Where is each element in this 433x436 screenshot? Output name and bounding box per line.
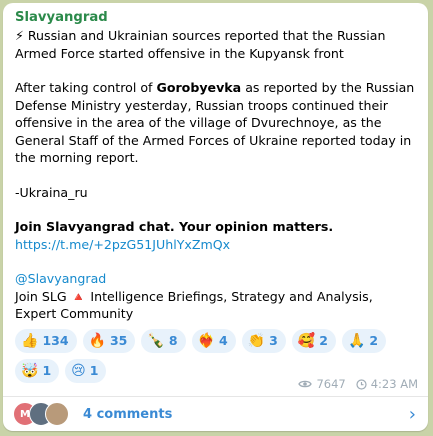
reaction-count: 1 bbox=[89, 363, 99, 378]
reaction-fire[interactable]: 🔥 35 bbox=[82, 328, 136, 353]
clock-icon bbox=[356, 378, 367, 390]
reaction-count: 2 bbox=[319, 333, 328, 348]
fire-icon: 🔥 bbox=[88, 332, 106, 349]
thumbs-up-icon: 👍 bbox=[21, 332, 39, 349]
reaction-clap[interactable]: 👏 3 bbox=[241, 328, 286, 353]
view-count: 7647 bbox=[316, 377, 346, 391]
reactions-bar: 👍 134 🔥 35 🍾 8 ❤️‍🔥 4 👏 3 🥰 2 🙏 2 🤯 1 😢 1 bbox=[15, 328, 418, 383]
reaction-mind-blown[interactable]: 🤯 1 bbox=[15, 358, 60, 383]
para-prefix: After taking control of bbox=[15, 80, 157, 95]
join-chat-text: Join Slavyangrad chat. Your opinion matt… bbox=[15, 219, 334, 234]
source-line: -Ukraina_ru bbox=[15, 184, 88, 200]
reaction-count: 3 bbox=[269, 333, 278, 348]
message-meta: 7647 4:23 AM bbox=[298, 377, 418, 391]
reaction-count: 4 bbox=[218, 333, 228, 348]
handle-link[interactable]: @Slavyangrad bbox=[15, 270, 418, 288]
reaction-count: 134 bbox=[42, 333, 69, 348]
reaction-count: 8 bbox=[168, 333, 178, 348]
red-triangle-icon: 🔺 bbox=[70, 288, 87, 304]
avatar bbox=[45, 402, 69, 426]
reaction-count: 2 bbox=[369, 333, 379, 348]
slg-prefix: Join SLG bbox=[15, 288, 71, 304]
crying-icon: 😢 bbox=[71, 362, 86, 379]
mind-blown-icon: 🤯 bbox=[21, 362, 39, 379]
para-bold: Gorobyevka bbox=[156, 80, 242, 95]
heart-fire-icon: ❤️‍🔥 bbox=[197, 332, 215, 349]
headline: ⚡ Russian and Ukrainian sources reported… bbox=[15, 27, 418, 62]
lightning-icon: ⚡ bbox=[15, 28, 24, 43]
body-paragraph: After taking control of Gorobyevka as re… bbox=[15, 79, 418, 167]
reaction-count: 35 bbox=[109, 333, 128, 348]
chevron-right-icon: › bbox=[408, 403, 416, 425]
reaction-crying[interactable]: 😢 1 bbox=[65, 358, 107, 383]
commenter-avatars: M bbox=[13, 402, 73, 426]
chat-link[interactable]: https://t.me/+2pzG51JUhlYxZmQx bbox=[15, 236, 418, 254]
champagne-icon: 🍾 bbox=[147, 332, 165, 349]
message-text: ⚡ Russian and Ukrainian sources reported… bbox=[15, 27, 418, 323]
reaction-heart-fire[interactable]: ❤️‍🔥 4 bbox=[191, 328, 236, 353]
comments-bar[interactable]: M 4 comments › bbox=[3, 396, 428, 431]
slg-line: Join SLG 🔺 Intelligence Briefings, Strat… bbox=[15, 288, 418, 323]
clap-icon: 👏 bbox=[247, 332, 266, 349]
reaction-pray[interactable]: 🙏 2 bbox=[341, 328, 387, 353]
message-bubble: Slavyangrad ⚡ Russian and Ukrainian sour… bbox=[3, 3, 428, 431]
eye-icon bbox=[298, 380, 313, 388]
reaction-smiling-hearts[interactable]: 🥰 2 bbox=[291, 328, 336, 353]
pray-icon: 🙏 bbox=[347, 332, 366, 349]
reaction-thumbs-up[interactable]: 👍 134 bbox=[15, 328, 77, 353]
smiling-hearts-icon: 🥰 bbox=[297, 332, 316, 349]
comments-link[interactable]: 4 comments bbox=[83, 407, 409, 422]
channel-name[interactable]: Slavyangrad bbox=[15, 9, 418, 27]
message-time: 4:23 AM bbox=[370, 377, 418, 391]
reaction-champagne[interactable]: 🍾 8 bbox=[141, 328, 186, 353]
reaction-count: 1 bbox=[42, 363, 52, 378]
headline-text: Russian and Ukrainian sources reported t… bbox=[15, 28, 386, 61]
